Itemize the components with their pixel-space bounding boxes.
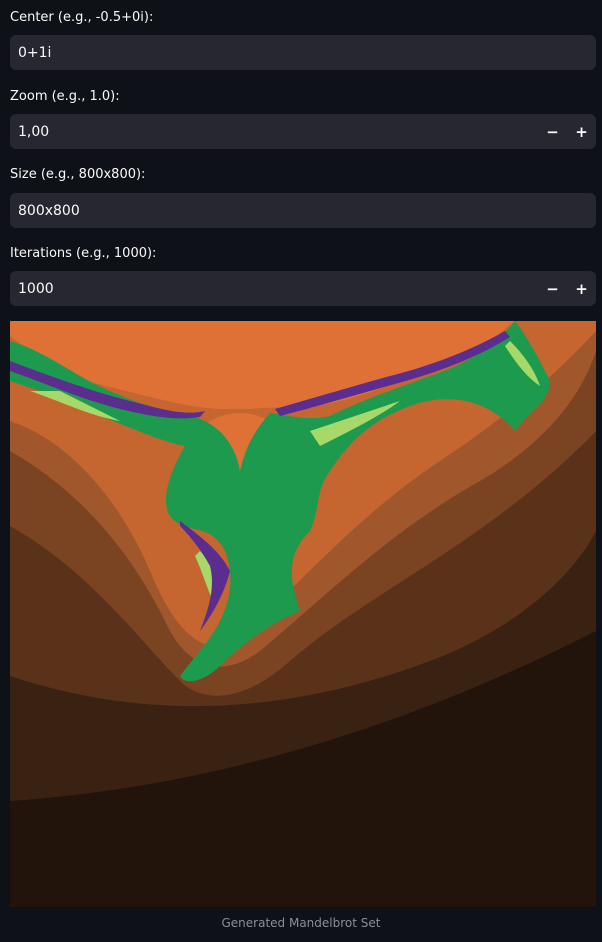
iterations-input-value[interactable]: 1000 [10,281,538,297]
center-label: Center (e.g., -0.5+0i): [10,10,154,25]
size-input[interactable]: 800x800 [10,193,596,228]
app-main: Center (e.g., -0.5+0i): 0+1i Zoom (e.g.,… [0,0,602,942]
zoom-input-value[interactable]: 1,00 [10,124,538,140]
center-input-value[interactable]: 0+1i [10,45,596,61]
zoom-increment-button[interactable]: + [567,114,596,149]
iterations-label: Iterations (e.g., 1000): [10,246,157,261]
iterations-stepper: − + [538,271,596,306]
zoom-stepper: − + [538,114,596,149]
size-input-value[interactable]: 800x800 [10,203,596,219]
size-label: Size (e.g., 800x800): [10,167,146,182]
iterations-number-input[interactable]: 1000 − + [10,271,596,306]
zoom-label: Zoom (e.g., 1.0): [10,89,120,104]
zoom-number-input[interactable]: 1,00 − + [10,114,596,149]
iterations-decrement-button[interactable]: − [538,271,567,306]
image-caption: Generated Mandelbrot Set [221,916,381,930]
mandelbrot-image [10,321,596,907]
iterations-increment-button[interactable]: + [567,271,596,306]
center-input[interactable]: 0+1i [10,35,596,70]
zoom-decrement-button[interactable]: − [538,114,567,149]
mandelbrot-svg [10,321,596,907]
